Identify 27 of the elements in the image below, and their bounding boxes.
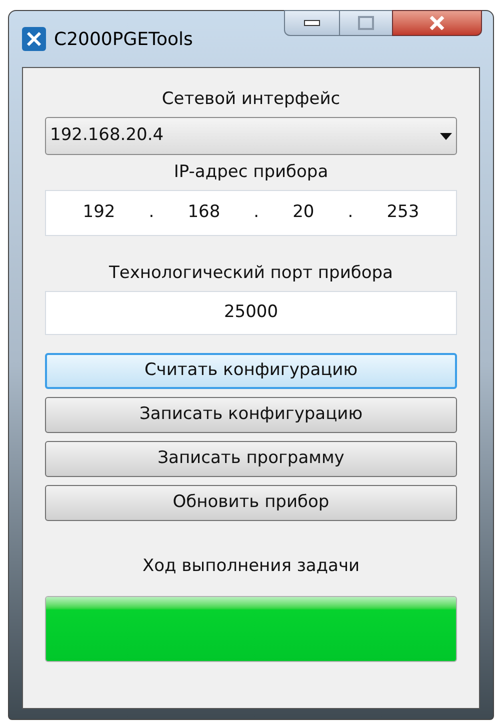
- minimize-button[interactable]: [284, 10, 340, 36]
- app-icon: [22, 27, 46, 51]
- field-label: Ход выполнения задачи: [141, 555, 361, 578]
- close-button[interactable]: [392, 10, 482, 36]
- window-title: C2000PGETools: [54, 28, 193, 52]
- maximize-button[interactable]: [340, 10, 392, 36]
- field-label: Технологический порт прибора: [108, 262, 394, 285]
- action-button[interactable]: Обновить прибор: [45, 485, 457, 521]
- close-icon: [429, 16, 445, 30]
- ip-address-field[interactable]: 192 . 168 . 20 . 253: [45, 190, 457, 236]
- ip-octet: 253: [386, 201, 420, 224]
- ip-octet: 192: [82, 201, 116, 224]
- dropdown-arrow-icon: [440, 132, 452, 140]
- ip-separator: .: [148, 201, 154, 224]
- maximize-icon: [358, 16, 374, 30]
- action-button[interactable]: Записать программу: [45, 441, 457, 477]
- interface-dropdown[interactable]: 192.168.20.4: [45, 117, 457, 155]
- minimize-icon: [304, 20, 320, 26]
- field-label: IP-адрес прибора: [172, 161, 330, 184]
- port-field[interactable]: 25000: [45, 291, 457, 335]
- field-label: Сетевой интерфейс: [160, 88, 342, 111]
- action-button[interactable]: Записать конфигурацию: [45, 397, 457, 433]
- action-button[interactable]: Считать конфигурацию: [45, 353, 457, 389]
- ip-separator: .: [254, 201, 260, 224]
- ip-octet: 168: [188, 201, 220, 224]
- ip-separator: .: [348, 201, 354, 224]
- ip-octet: 20: [292, 201, 314, 224]
